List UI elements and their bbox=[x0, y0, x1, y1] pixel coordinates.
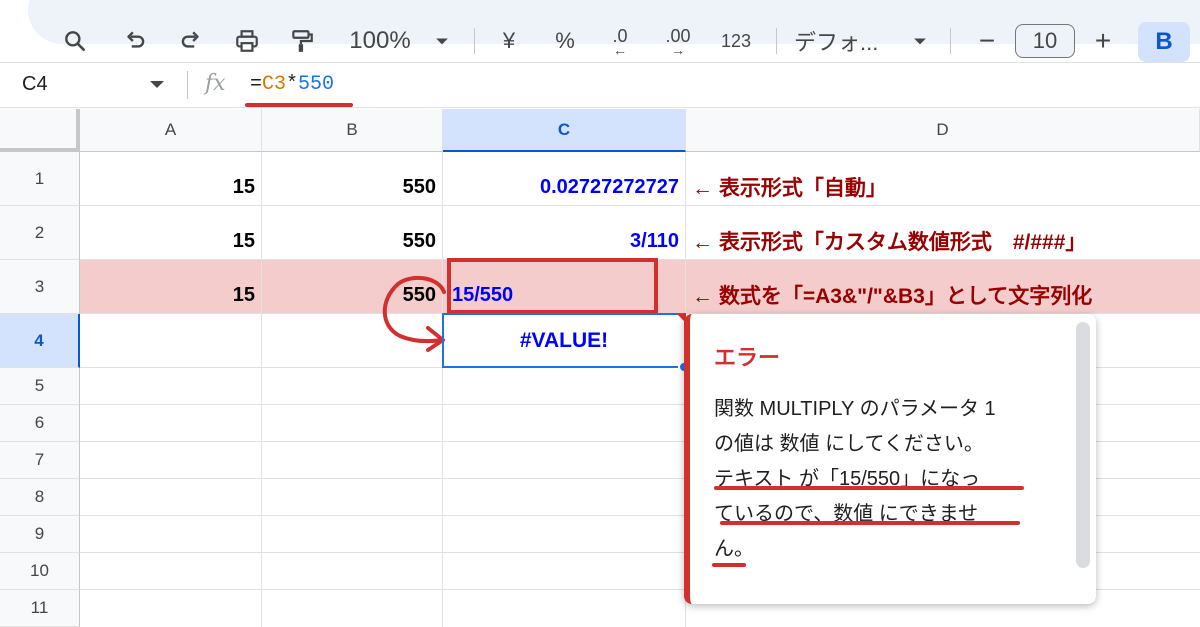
name-box-dropdown-icon[interactable] bbox=[150, 81, 164, 88]
error-message-line: 関数 MULTIPLY のパラメータ 1 bbox=[714, 398, 996, 420]
spreadsheet-app: 100% ¥ % .0 ← .00 → 123 デフォ... − 10 + B … bbox=[0, 0, 1200, 627]
row-header-3[interactable]: 3 bbox=[0, 260, 80, 314]
toolbar-divider bbox=[776, 28, 777, 54]
cell-c4-selected[interactable]: #VALUE! bbox=[442, 313, 686, 368]
undo-icon[interactable] bbox=[118, 24, 152, 58]
formula-bar: C4 fx =C3*550 bbox=[0, 62, 1200, 108]
redo-icon[interactable] bbox=[174, 24, 208, 58]
formula-operator: * bbox=[286, 73, 299, 96]
percent-format-button[interactable]: % bbox=[548, 24, 582, 58]
bold-button[interactable]: B bbox=[1138, 22, 1190, 62]
message-annotation-underline bbox=[712, 563, 746, 567]
zoom-dropdown-icon[interactable] bbox=[432, 24, 452, 58]
cell-b1[interactable]: 550 bbox=[261, 160, 442, 214]
cell-b2[interactable]: 550 bbox=[261, 214, 442, 268]
row-header-11[interactable]: 11 bbox=[0, 590, 80, 627]
toolbar-divider bbox=[950, 28, 951, 54]
row-header-9[interactable]: 9 bbox=[0, 516, 80, 553]
zoom-select[interactable]: 100% bbox=[340, 24, 420, 58]
error-tooltip-title: エラー bbox=[714, 345, 781, 370]
row-header-10[interactable]: 10 bbox=[0, 553, 80, 590]
increase-decimal-button[interactable]: .00 → bbox=[656, 24, 700, 58]
error-message-line: テキスト が「15/550」になっ bbox=[714, 468, 981, 490]
row-header-8[interactable]: 8 bbox=[0, 479, 80, 516]
font-select[interactable]: デフォ... bbox=[794, 24, 904, 58]
more-formats-button[interactable]: 123 bbox=[714, 24, 758, 58]
formula-bar-divider bbox=[187, 71, 188, 99]
error-message-line: ん。 bbox=[714, 538, 754, 560]
error-tooltip: エラー 関数 MULTIPLY のパラメータ 1 の値は 数値 にしてください。… bbox=[684, 314, 1096, 604]
message-annotation-underline bbox=[720, 521, 1020, 525]
row-header-7[interactable]: 7 bbox=[0, 442, 80, 479]
font-dropdown-icon[interactable] bbox=[910, 24, 930, 58]
font-size-input[interactable]: 10 bbox=[1015, 24, 1075, 58]
c3-annotation-box bbox=[447, 258, 658, 314]
tooltip-scrollbar[interactable] bbox=[1076, 322, 1090, 568]
error-message-line: の値は 数値 にしてください。 bbox=[714, 433, 984, 455]
error-message-line: ているので、数値 にできませ bbox=[714, 503, 979, 525]
row-header-2[interactable]: 2 bbox=[0, 206, 80, 260]
note-d2[interactable]: ← 表示形式「カスタム数値形式 #/###」 bbox=[692, 214, 1086, 268]
formula-input[interactable]: =C3*550 bbox=[250, 73, 334, 96]
row-header-6[interactable]: 6 bbox=[0, 405, 80, 442]
column-header-a[interactable]: A bbox=[80, 109, 262, 152]
arrow-right-icon: → bbox=[671, 42, 685, 58]
column-header-c[interactable]: C bbox=[443, 109, 686, 152]
row-header-1[interactable]: 1 bbox=[0, 152, 80, 206]
search-icon[interactable] bbox=[58, 24, 92, 58]
decrease-font-size-button[interactable]: − bbox=[972, 24, 1002, 58]
toolbar-divider bbox=[474, 28, 475, 54]
cell-a2[interactable]: 15 bbox=[80, 214, 261, 268]
paint-format-icon[interactable] bbox=[285, 24, 319, 58]
decrease-decimal-button[interactable]: .0 ← bbox=[600, 24, 640, 58]
cell-a1[interactable]: 15 bbox=[80, 160, 261, 214]
increase-font-size-button[interactable]: + bbox=[1088, 24, 1118, 58]
toolbar-area: 100% ¥ % .0 ← .00 → 123 デフォ... − 10 + B bbox=[0, 0, 1200, 62]
print-icon[interactable] bbox=[230, 24, 264, 58]
message-annotation-underline bbox=[714, 486, 1024, 490]
error-tooltip-message: 関数 MULTIPLY のパラメータ 1 の値は 数値 にしてください。 テキス… bbox=[714, 392, 1050, 567]
formula-prefix: = bbox=[250, 73, 263, 96]
formula-number: 550 bbox=[298, 73, 335, 96]
cell-a3[interactable]: 15 bbox=[80, 268, 261, 322]
formula-cell-reference: C3 bbox=[262, 73, 287, 96]
select-all-corner[interactable] bbox=[0, 109, 80, 152]
column-header-b[interactable]: B bbox=[262, 109, 443, 152]
currency-format-button[interactable]: ¥ bbox=[494, 24, 524, 58]
fx-icon: fx bbox=[205, 71, 226, 96]
name-box[interactable]: C4 bbox=[22, 73, 48, 96]
column-header-d[interactable]: D bbox=[686, 109, 1200, 152]
row-header-4[interactable]: 4 bbox=[0, 314, 80, 368]
arrow-left-icon: ← bbox=[613, 42, 627, 58]
row-header-5[interactable]: 5 bbox=[0, 368, 80, 405]
note-d1[interactable]: ← 表示形式「自動」 bbox=[692, 160, 887, 214]
formula-annotation-underline bbox=[245, 103, 353, 107]
cell-c1[interactable]: 0.02727272727 bbox=[442, 160, 685, 214]
